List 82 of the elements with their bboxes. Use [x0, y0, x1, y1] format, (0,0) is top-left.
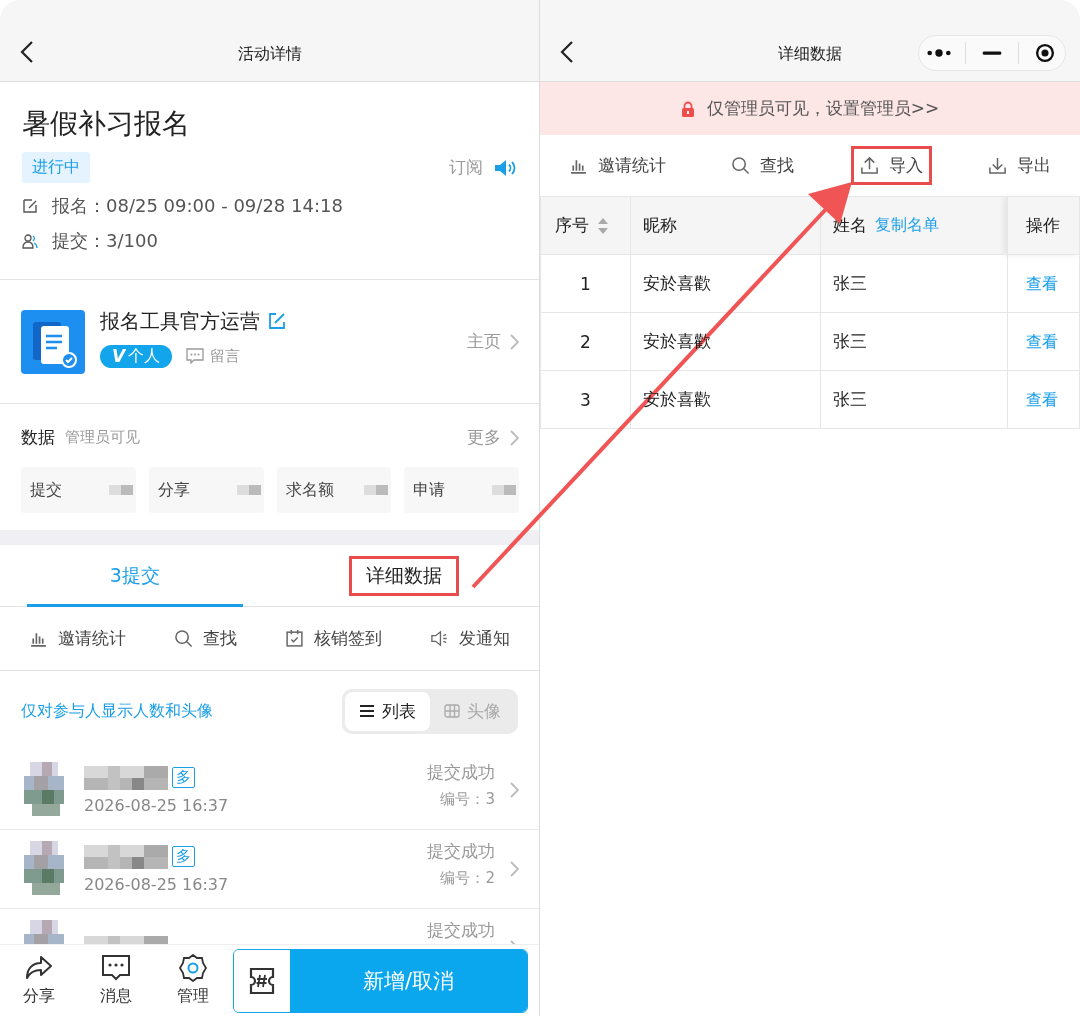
organizer-name: 报名工具官方运营: [100, 307, 260, 335]
toolbar-button[interactable]: 导入: [850, 146, 932, 185]
column-title: 序号: [555, 214, 589, 237]
toolbar-button[interactable]: 邀请统计: [20, 619, 135, 658]
edit-icon[interactable]: [268, 312, 286, 330]
stat-card[interactable]: 分享: [148, 467, 264, 513]
pixelated-value-icon: [492, 482, 516, 498]
verified-badge: V 个人: [100, 344, 173, 368]
submission-number: 编号：2: [440, 869, 495, 888]
ticket-icon: [247, 965, 277, 996]
table-cell: 张三: [820, 370, 1008, 429]
submission-time: 2026-08-25 16:37: [84, 795, 230, 815]
column-header[interactable]: 序号: [540, 196, 631, 255]
stat-label: 求名额: [285, 479, 334, 501]
calendar-check-icon: [285, 629, 304, 648]
column-title: 姓名: [833, 214, 867, 237]
submission-status: 提交成功: [427, 919, 495, 942]
table-cell: 2: [540, 312, 631, 371]
stat-card[interactable]: 申请: [404, 467, 519, 513]
toolbar-button[interactable]: 查找: [722, 146, 804, 185]
pixelated-value-icon: [236, 482, 261, 498]
table-cell: 1: [540, 254, 631, 313]
status-tag: 进行中: [22, 152, 90, 183]
pixelated-value-icon: [364, 482, 389, 498]
toolbar-button[interactable]: 导出: [979, 146, 1060, 185]
stat-card[interactable]: 提交: [21, 467, 136, 513]
lock-icon: [680, 100, 695, 117]
chevron-right-icon: [509, 428, 519, 447]
stat-label: 申请: [413, 479, 446, 501]
multi-tag: 多: [172, 846, 195, 867]
toolbar-button[interactable]: 邀请统计: [560, 146, 675, 185]
document-logo-icon: [21, 309, 85, 374]
stat-card[interactable]: 求名额: [276, 467, 392, 513]
settings-icon: [177, 954, 208, 982]
stat-label: 分享: [157, 479, 190, 501]
toolbar-button[interactable]: 查找: [165, 619, 246, 658]
download-icon: [988, 156, 1007, 175]
submission-count: 提交：3/100: [52, 229, 158, 253]
message-icon: [100, 954, 131, 982]
table-cell: 3: [540, 370, 631, 429]
table-cell: 安於喜歡: [630, 254, 821, 313]
pixelated-name-icon: [84, 765, 168, 790]
view-option[interactable]: 列表: [345, 691, 430, 731]
signup-period: 报名：08/25 09:00 - 09/28 14:18: [52, 194, 343, 218]
back-icon[interactable]: [20, 40, 34, 64]
submission-status: 提交成功: [427, 840, 495, 863]
search-icon: [731, 156, 751, 175]
share-arrow-icon: [23, 954, 54, 982]
multi-tag: 多: [172, 767, 195, 788]
pixelated-value-icon: [108, 482, 133, 498]
toolbar-button[interactable]: 发通知: [421, 619, 519, 658]
section-note: 管理员可见: [65, 428, 140, 447]
toolbar-button[interactable]: 核销签到: [276, 619, 391, 658]
people-icon: [22, 233, 38, 249]
message-icon: [186, 348, 205, 364]
edit-icon: [22, 198, 38, 214]
stat-label: 提交: [30, 479, 62, 501]
search-icon: [174, 629, 193, 648]
list-icon: [359, 704, 375, 718]
bottom-bar-button[interactable]: 管理: [154, 954, 231, 1007]
grid-icon: [444, 704, 460, 718]
table-cell: 张三: [820, 312, 1008, 371]
speaker-icon: [493, 157, 517, 178]
submission-number: 编号：3: [440, 790, 495, 809]
bottom-bar-button[interactable]: 分享: [0, 954, 77, 1007]
activity-title: 暑假补习报名: [22, 106, 191, 142]
tab[interactable]: 详细数据: [349, 555, 460, 596]
submission-status: 提交成功: [427, 761, 495, 784]
back-icon[interactable]: [560, 40, 574, 64]
speaker-icon: [430, 629, 449, 648]
table-cell: 张三: [820, 254, 1008, 313]
admin-notice-link[interactable]: 仅管理员可见，设置管理员>>: [706, 97, 940, 120]
submission-time: 2026-08-25 16:37: [84, 874, 230, 894]
page-title: 详细数据: [778, 44, 842, 65]
column-title: 操作: [1026, 214, 1060, 237]
bottom-bar-button[interactable]: 消息: [77, 954, 154, 1007]
section-title: 数据: [21, 426, 55, 449]
page-title: 活动详情: [237, 44, 302, 65]
pixelated-name-icon: [84, 844, 168, 869]
upload-icon: [859, 156, 879, 175]
column-title: 昵称: [643, 214, 677, 237]
chevron-right-icon: [509, 332, 519, 351]
